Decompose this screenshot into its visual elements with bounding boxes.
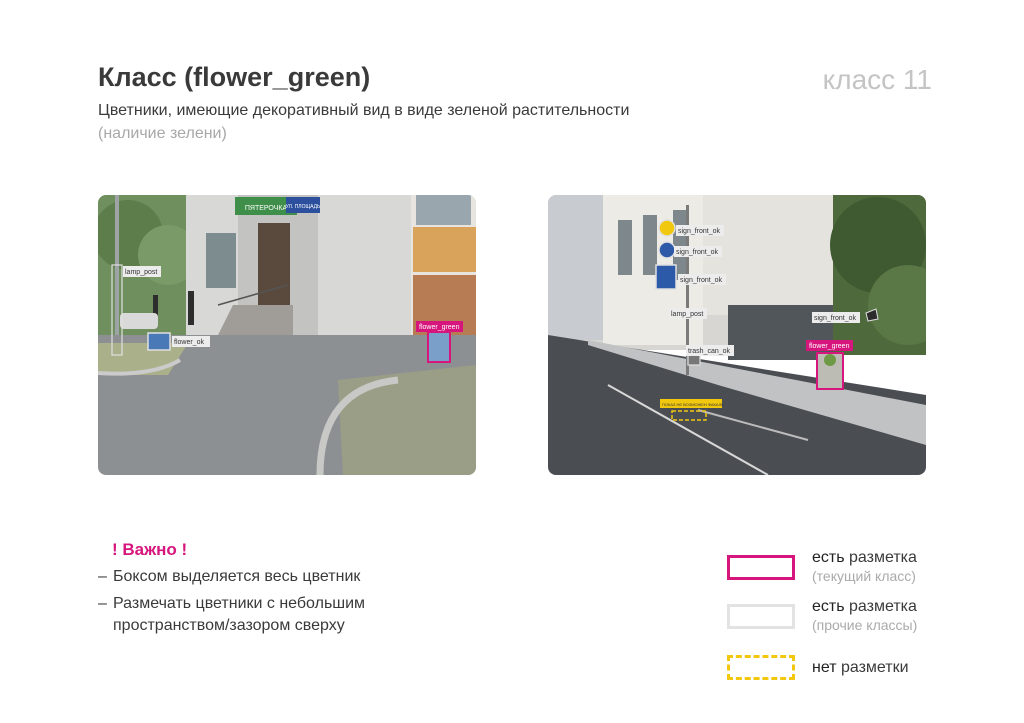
example-photo-right: sign_front_ok sign_front_ok sign_front_o…: [548, 195, 926, 475]
legend-label: есть разметка: [812, 549, 917, 567]
store-sign: ПЯТЕРОЧКА: [245, 205, 288, 212]
legend-label: нет разметки: [812, 659, 909, 677]
bullet-dash: –: [98, 568, 107, 585]
label-flower-green-right: flower_green: [809, 343, 850, 350]
page-subtitle: Цветники, имеющие декоративный вид в вид…: [98, 102, 630, 119]
label-sign-3: sign_front_ok: [680, 277, 723, 284]
class-number: класс 11: [822, 64, 932, 95]
note-text: Размечать цветники с небольшим: [113, 595, 366, 612]
label-sign-1: sign_front_ok: [678, 228, 721, 235]
street-photo-right: sign_front_ok sign_front_ok sign_front_o…: [548, 195, 926, 475]
legend-label-text: разметка: [844, 549, 917, 566]
label-road-marking: ПОКАЗ НЕ ВОЗМОЖЕН ФАКАЛЬ: [662, 402, 724, 407]
legend-sublabel: (текущий класс): [812, 568, 916, 584]
legend-swatch-current-class: [727, 555, 795, 580]
legend-label-bold: есть: [812, 598, 845, 615]
example-photo-left: ПЯТЕРОЧКА УЛ. ПЛОЩАДЬ flower_ok lamp_pos…: [98, 195, 476, 475]
legend-label: есть разметка: [812, 598, 917, 616]
important-heading: ! Важно !: [112, 540, 188, 559]
legend-label-text: разметка: [844, 598, 917, 615]
legend-label-text: разметки: [836, 659, 909, 676]
note-item: – Размечать цветники с небольшим простран…: [98, 593, 365, 637]
street-photo-left: ПЯТЕРОЧКА УЛ. ПЛОЩАДЬ flower_ok lamp_pos…: [98, 195, 476, 475]
legend-sublabel: (прочие классы): [812, 617, 918, 633]
label-trash-can: trash_can_ok: [688, 348, 731, 355]
legend-label-bold: есть: [812, 549, 845, 566]
label-sign-4: sign_front_ok: [814, 315, 857, 322]
legend-label-bold: нет: [812, 659, 837, 676]
page-title: Класс (flower_green): [98, 62, 371, 92]
label-lamp-post: lamp_post: [125, 269, 157, 276]
legend-swatch-no-markup: [727, 655, 795, 680]
label-sign-2: sign_front_ok: [676, 249, 719, 256]
label-flower-ok: flower_ok: [174, 339, 204, 346]
label-flower-green: flower_green: [419, 324, 460, 331]
note-item: – Боксом выделяется весь цветник: [98, 566, 360, 588]
page-subtitle-note: (наличие зелени): [98, 125, 227, 142]
bullet-dash: –: [98, 595, 107, 612]
street-plate: УЛ. ПЛОЩАДЬ: [286, 204, 321, 210]
legend-swatch-other-classes: [727, 604, 795, 629]
label-lamp-post-right: lamp_post: [671, 311, 703, 318]
note-text: Боксом выделяется весь цветник: [113, 568, 361, 585]
note-text-continued: пространством/зазором сверху: [113, 617, 345, 634]
